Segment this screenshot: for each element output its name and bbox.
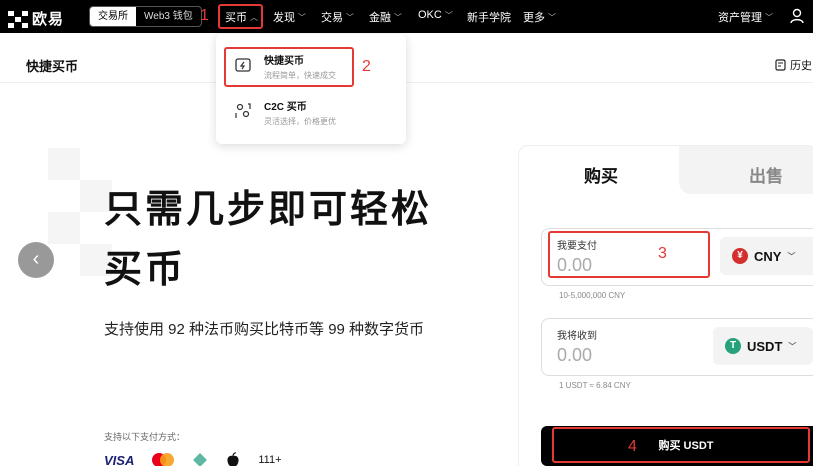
segment-web3-wallet[interactable]: Web3 钱包 [136,7,201,26]
annotation-box-3 [548,231,710,278]
apple-icon [227,452,239,466]
exchange-wallet-switch: 交易所 Web3 钱包 [89,6,202,27]
tab-sell[interactable]: 出售 [749,162,783,187]
hero-title: 只需几步即可轻松 买币 [104,180,504,300]
nav-item-label: 资产管理 [718,12,762,24]
tab-sell-background [679,146,813,194]
chevron-down-icon: ﹀ [346,12,354,22]
menu-item-desc: 灵活选择，价格更优 [264,117,336,126]
annotation-number-4: 4 [628,438,637,455]
chevron-down-icon: ﹀ [444,10,453,20]
top-nav: 欧易 交易所 Web3 钱包 买币 ︿ 发现 ﹀ 交易 ﹀ 金融 ﹀ OKC ﹀… [0,0,813,33]
payment-methods-label: 支持以下支付方式： [104,432,186,442]
nav-item-academy[interactable]: 新手学院 [467,9,511,25]
nav-item-assets[interactable]: 资产管理 ﹀ [718,9,773,25]
nav-item-more[interactable]: 更多 ﹀ [523,9,556,25]
hero-title-line-1: 只需几步即可轻松 [104,189,433,231]
carousel-prev-button[interactable]: ‹ [18,242,54,278]
c2c-icon [235,103,251,118]
menu-item-title: C2C 买币 [264,102,307,113]
nav-item-label: 交易 [321,12,343,24]
chevron-down-icon: ﹀ [765,12,773,22]
pay-currency-label: CNY [754,248,782,264]
sub-header: 快捷买币 历史 [0,33,813,83]
pay-currency-select[interactable]: ¥ CNY ﹀ [720,237,813,275]
receive-amount-input[interactable]: 0.00 [557,345,592,366]
hero-title-line-2: 买币 [104,249,187,291]
usdt-coin-icon: T [725,338,741,354]
pay-range-hint: 10-5,000,000 CNY [559,291,626,300]
annotation-number-2: 2 [362,58,371,75]
chevron-down-icon: ﹀ [298,12,306,22]
nav-item-finance[interactable]: 金融 ﹀ [369,9,402,25]
history-label: 历史 [790,60,812,72]
user-icon[interactable] [790,8,804,29]
okx-logo-icon [8,10,28,28]
nav-item-trade[interactable]: 交易 ﹀ [321,9,354,25]
payment-methods-row: VISA 111+ [104,452,282,466]
history-link[interactable]: 历史 [775,57,812,73]
history-icon [775,59,786,71]
binance-diamond-icon [193,453,208,466]
receive-currency-select[interactable]: T USDT ﹀ [713,327,813,365]
receive-currency-label: USDT [747,338,783,354]
menu-item-c2c-buy[interactable]: C2C 买币 灵活选择，价格更优 [234,98,336,127]
page: 欧易 交易所 Web3 钱包 买币 ︿ 发现 ﹀ 交易 ﹀ 金融 ﹀ OKC ﹀… [0,0,813,466]
exchange-rate-hint: 1 USDT ≈ 6.84 CNY [559,381,631,390]
annotation-box-4 [552,427,810,463]
page-title: 快捷买币 [26,59,79,74]
annotation-number-3: 3 [658,245,667,262]
nav-item-label: 更多 [523,12,545,24]
receive-amount-field[interactable]: 我将收到 0.00 T USDT ﹀ [541,318,813,376]
annotation-box-2 [224,47,354,87]
chevron-down-icon: ﹀ [394,12,402,22]
chevron-down-icon: ﹀ [787,251,796,261]
logo-text: 欧易 [32,11,65,28]
chevron-down-icon: ﹀ [548,12,556,22]
cny-coin-icon: ¥ [732,248,748,264]
payment-more-count: 111+ [258,454,282,466]
nav-item-okc[interactable]: OKC ﹀ [418,9,453,21]
mastercard-icon [152,453,175,466]
tab-buy[interactable]: 购买 [584,162,618,187]
nav-item-label: 新手学院 [467,12,511,24]
nav-item-label: 发现 [273,12,295,24]
chevron-down-icon: ﹀ [788,341,797,351]
annotation-box-1 [218,4,263,29]
annotation-number-1: 1 [200,7,209,24]
nav-item-label: OKC [418,9,442,21]
visa-icon: VISA [104,452,135,466]
segment-exchange[interactable]: 交易所 [90,7,136,26]
logo[interactable]: 欧易 [8,8,64,29]
nav-item-discover[interactable]: 发现 ﹀ [273,9,306,25]
receive-label: 我将收到 [557,331,597,342]
nav-item-label: 金融 [369,12,391,24]
trade-card: 购买 出售 我要支付 0.00 ¥ CNY ﹀ 10-5,000,000 CNY… [518,145,813,466]
hero-subtitle: 支持使用 92 种法币购买比特币等 99 种数字货币 [104,321,425,338]
